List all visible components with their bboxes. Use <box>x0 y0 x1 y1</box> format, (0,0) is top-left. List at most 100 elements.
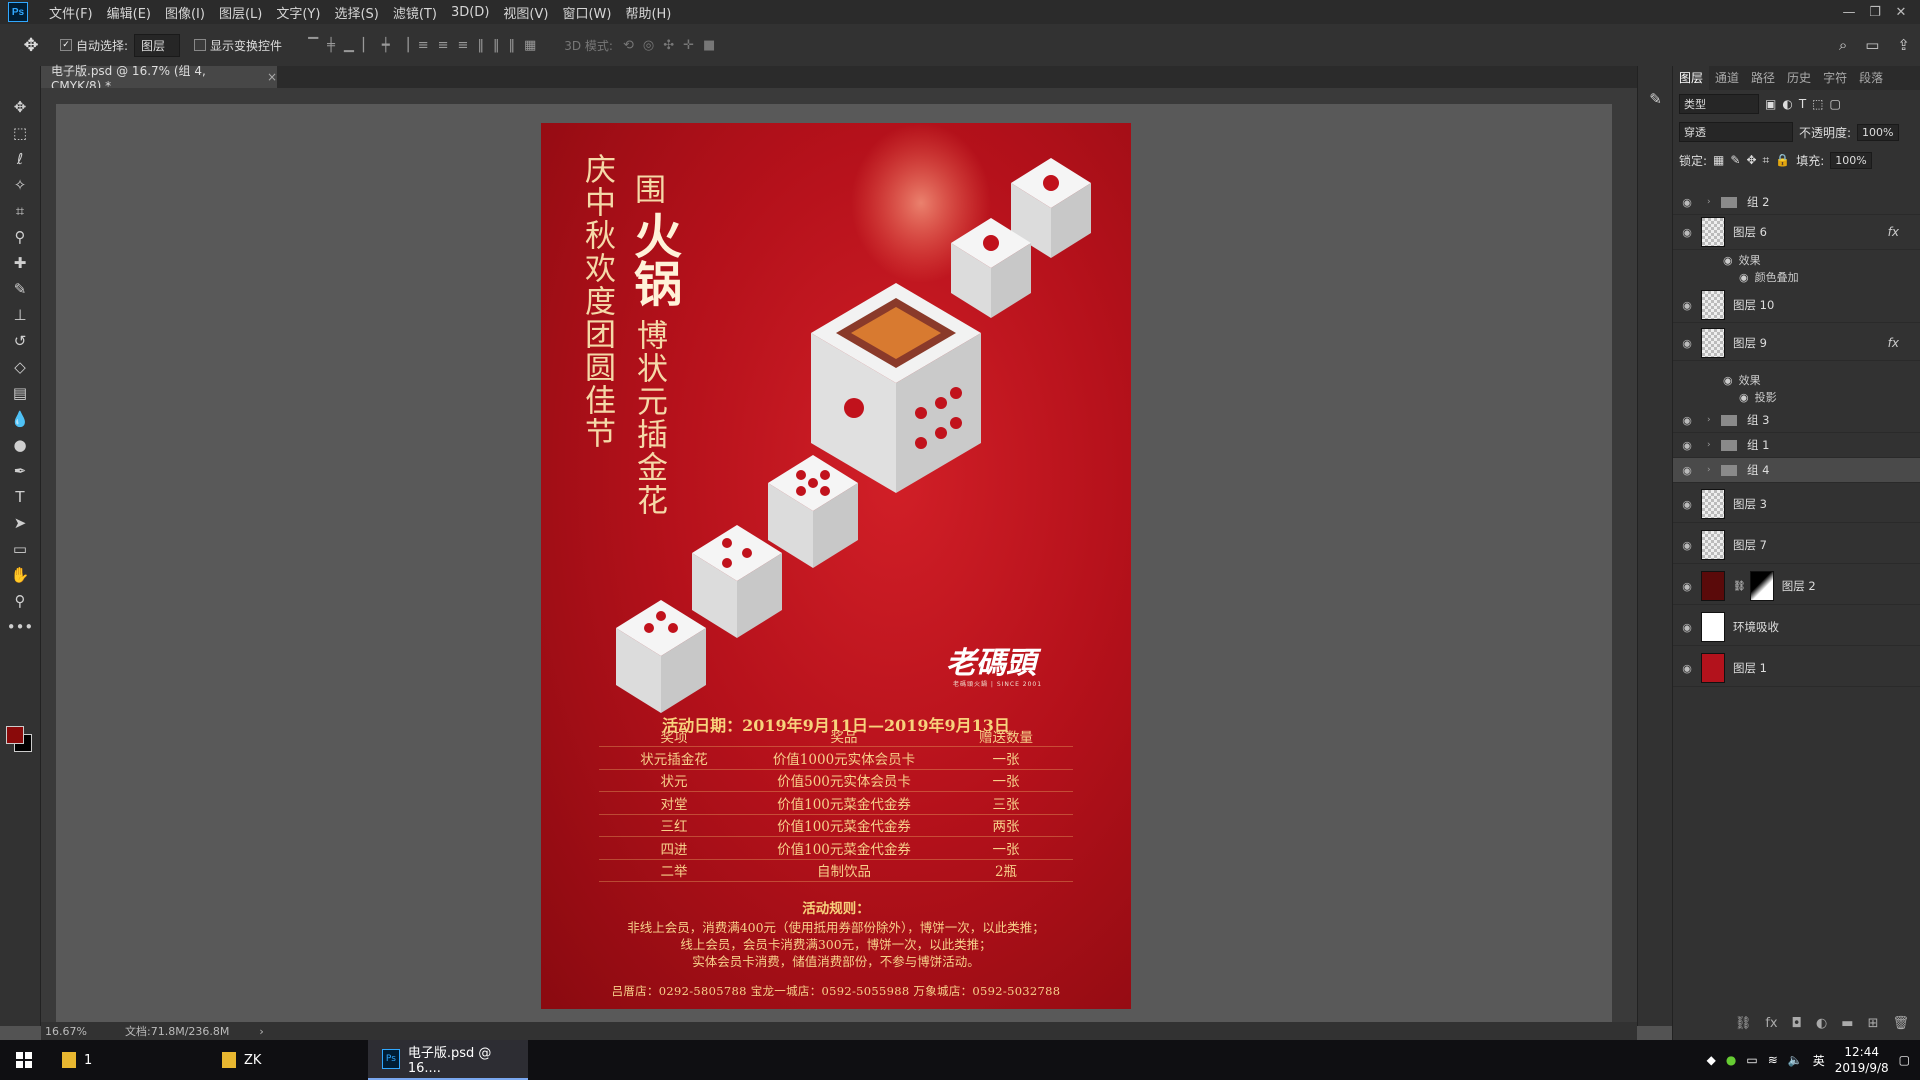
share-icon[interactable]: ⇪ <box>1897 36 1910 54</box>
effect-drop-shadow[interactable]: ◉ 投影 <box>1739 389 1909 405</box>
eyedropper-tool-icon[interactable]: ⚲ <box>0 224 40 250</box>
wifi-icon[interactable]: ≋ <box>1768 1053 1778 1067</box>
gradient-tool-icon[interactable]: ▤ <box>0 380 40 406</box>
minimize-icon[interactable]: — <box>1836 5 1862 20</box>
auto-select-checkbox[interactable]: ✓ 自动选择: <box>60 37 128 54</box>
status-arrow-icon[interactable]: › <box>259 1025 263 1038</box>
effects-label[interactable]: ◉ 效果 <box>1723 372 1913 388</box>
menu-layer[interactable]: 图层(L) <box>212 3 269 22</box>
path-select-tool-icon[interactable]: ➤ <box>0 510 40 536</box>
align-top-icon[interactable]: ▔ <box>308 38 318 53</box>
zoom-level[interactable]: 16.67% <box>45 1025 105 1038</box>
vertical-scrollbar[interactable] <box>1612 88 1637 1022</box>
new-group-icon[interactable]: ▬ <box>1841 1016 1853 1031</box>
filter-smart-icon[interactable]: ▢ <box>1830 97 1841 111</box>
chevron-right-icon[interactable]: › <box>1707 415 1715 425</box>
tab-paths[interactable]: 路径 <box>1745 69 1781 90</box>
effects-label[interactable]: ◉ 效果 <box>1723 252 1913 268</box>
3d-slide-icon[interactable]: ✛ <box>683 38 694 53</box>
eraser-tool-icon[interactable]: ◇ <box>0 354 40 380</box>
layer-row-layer-9[interactable]: ◉ 图层 9 fx <box>1673 326 1920 361</box>
visibility-eye-icon[interactable]: ◉ <box>1673 498 1701 511</box>
search-icon[interactable]: ⌕ <box>1839 36 1847 54</box>
shape-tool-icon[interactable]: ▭ <box>0 536 40 562</box>
visibility-eye-icon[interactable]: ◉ <box>1723 374 1733 387</box>
opacity-field[interactable]: 100% <box>1857 123 1899 141</box>
3d-pan-icon[interactable]: ✣ <box>663 38 674 53</box>
auto-select-dropdown[interactable]: 图层 <box>134 33 181 57</box>
fill-field[interactable]: 100% <box>1830 151 1872 169</box>
distribute-vcenter-icon[interactable]: ≡ <box>438 38 449 53</box>
3d-scale-icon[interactable]: ■ <box>703 38 715 53</box>
effect-color-overlay[interactable]: ◉ 颜色叠加 <box>1739 269 1909 285</box>
menu-image[interactable]: 图像(I) <box>158 3 212 22</box>
add-mask-icon[interactable]: ◘ <box>1792 1016 1802 1031</box>
more-tools-icon[interactable]: ••• <box>0 614 40 640</box>
new-layer-icon[interactable]: ⊞ <box>1868 1016 1879 1031</box>
tray-app-icon[interactable]: ◆ <box>1707 1053 1716 1067</box>
layer-row-layer-7[interactable]: ◉ 图层 7 <box>1673 527 1920 564</box>
3d-roll-icon[interactable]: ◎ <box>643 38 654 53</box>
lock-artboard-icon[interactable]: ⌗ <box>1763 153 1770 168</box>
distribute-hcenter-icon[interactable]: ‖ <box>493 38 500 53</box>
visibility-eye-icon[interactable]: ◉ <box>1673 196 1701 209</box>
menu-select[interactable]: 选择(S) <box>327 3 385 22</box>
filter-adjust-icon[interactable]: ◐ <box>1782 97 1792 111</box>
visibility-eye-icon[interactable]: ◉ <box>1739 391 1749 404</box>
layer-row-group-4[interactable]: ◉ › 组 4 <box>1673 458 1920 483</box>
menu-help[interactable]: 帮助(H) <box>618 3 678 22</box>
volume-icon[interactable]: 🔈 <box>1788 1053 1803 1067</box>
move-tool-icon[interactable]: ✥ <box>16 33 46 57</box>
align-hcenter-icon[interactable]: ┿ <box>382 38 390 53</box>
taskbar-item-folder-1[interactable]: 1 <box>48 1040 208 1080</box>
foreground-color-swatch[interactable] <box>6 726 24 744</box>
chevron-right-icon[interactable]: › <box>1707 197 1715 207</box>
link-layers-icon[interactable]: ⛓ <box>1735 1016 1752 1031</box>
battery-icon[interactable]: ▭ <box>1746 1053 1757 1067</box>
lock-position-icon[interactable]: ✥ <box>1746 153 1756 167</box>
distribute-bottom-icon[interactable]: ≡ <box>458 38 469 53</box>
document-tab[interactable]: 电子版.psd @ 16.7% (组 4, CMYK/8) * × <box>41 64 277 93</box>
align-vcenter-icon[interactable]: ╪ <box>327 38 335 53</box>
distribute-left-icon[interactable]: ‖ <box>477 38 484 53</box>
workspace-icon[interactable]: ▭ <box>1865 36 1879 54</box>
tab-history[interactable]: 历史 <box>1781 69 1817 90</box>
menu-3d[interactable]: 3D(D) <box>444 5 496 20</box>
ime-indicator[interactable]: 英 <box>1813 1052 1825 1069</box>
notification-icon[interactable]: ▢ <box>1899 1053 1910 1067</box>
layer-row-group-3[interactable]: ◉ › 组 3 <box>1673 408 1920 433</box>
distribute-top-icon[interactable]: ≡ <box>418 38 429 53</box>
visibility-eye-icon[interactable]: ◉ <box>1673 662 1701 675</box>
lock-paint-icon[interactable]: ✎ <box>1730 153 1740 167</box>
align-left-icon[interactable]: ▏ <box>363 38 373 53</box>
layer-row-layer-10[interactable]: ◉ 图层 10 <box>1673 288 1920 323</box>
hand-tool-icon[interactable]: ✋ <box>0 562 40 588</box>
tab-channels[interactable]: 通道 <box>1709 69 1745 90</box>
visibility-eye-icon[interactable]: ◉ <box>1673 439 1701 452</box>
delete-layer-icon[interactable]: 🗑 <box>1892 1016 1909 1031</box>
stamp-tool-icon[interactable]: ⊥ <box>0 302 40 328</box>
menu-file[interactable]: 文件(F) <box>42 3 100 22</box>
healing-tool-icon[interactable]: ✚ <box>0 250 40 276</box>
type-tool-icon[interactable]: T <box>0 484 40 510</box>
align-bottom-icon[interactable]: ▁ <box>344 38 354 53</box>
visibility-eye-icon[interactable]: ◉ <box>1673 337 1701 350</box>
menu-view[interactable]: 视图(V) <box>496 3 555 22</box>
taskbar-item-folder-zk[interactable]: ZK <box>208 1040 368 1080</box>
menu-window[interactable]: 窗口(W) <box>555 3 618 22</box>
history-brush-tool-icon[interactable]: ↺ <box>0 328 40 354</box>
layer-row-layer-2[interactable]: ◉ ⛓ 图层 2 <box>1673 568 1920 605</box>
distribute-right-icon[interactable]: ‖ <box>508 38 515 53</box>
visibility-eye-icon[interactable]: ◉ <box>1673 299 1701 312</box>
fx-icon[interactable]: fx <box>1888 225 1899 239</box>
lock-all-icon[interactable]: 🔒 <box>1775 153 1790 167</box>
start-button[interactable] <box>0 1040 48 1080</box>
menu-edit[interactable]: 编辑(E) <box>100 3 158 22</box>
close-icon[interactable]: ✕ <box>1888 5 1914 20</box>
tab-layers[interactable]: 图层 <box>1673 65 1710 90</box>
menu-type[interactable]: 文字(Y) <box>269 3 327 22</box>
menu-filter[interactable]: 滤镜(T) <box>386 3 444 22</box>
visibility-eye-icon[interactable]: ◉ <box>1739 271 1749 284</box>
photoshop-icon[interactable]: Ps <box>8 2 28 22</box>
taskbar-item-photoshop[interactable]: Ps 电子版.psd @ 16.... <box>368 1040 528 1080</box>
